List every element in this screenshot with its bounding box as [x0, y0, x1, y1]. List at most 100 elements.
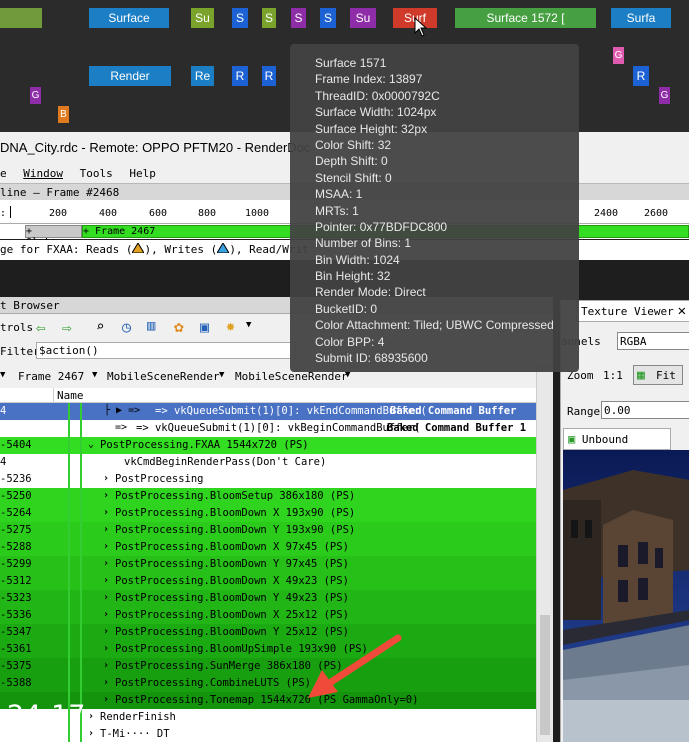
tooltip-line: MRTs: 1 — [315, 203, 359, 218]
chevron-right-icon[interactable]: › — [103, 490, 109, 501]
save-icon[interactable]: ▣ — [200, 318, 209, 336]
timeline-block-render[interactable]: Render — [89, 66, 171, 86]
timeline-block[interactable]: S — [320, 8, 336, 28]
timeline-block[interactable]: G — [613, 47, 624, 64]
event-id: -5336 — [0, 609, 32, 621]
timeline-block[interactable]: Su — [191, 8, 214, 28]
filter-input[interactable] — [36, 342, 296, 359]
write-triangle-icon — [216, 242, 231, 254]
chevron-down-icon[interactable]: ⌄ — [88, 439, 94, 450]
close-icon[interactable]: ✕ — [678, 303, 686, 319]
event-id: -5264 — [0, 507, 32, 519]
chevron-right-icon[interactable]: › — [103, 694, 109, 705]
bookmark-star-icon[interactable]: ✸ — [226, 317, 235, 335]
ruler-tick: 200 — [49, 208, 68, 219]
event-list-scrollbar[interactable] — [536, 365, 553, 742]
menu-item-help[interactable]: Help — [129, 167, 156, 180]
event-id: -5312 — [0, 575, 32, 587]
ruler-tick: 2600 — [644, 208, 669, 219]
ruler-tick: 800 — [198, 208, 217, 219]
ruler-start: : — [0, 208, 7, 219]
breadcrumb-arrow-icon[interactable]: ▼ — [92, 370, 97, 380]
chevron-right-icon[interactable]: › — [88, 711, 94, 722]
settings-flower-icon[interactable]: ✿ — [174, 317, 184, 336]
chevron-right-icon[interactable]: › — [103, 524, 109, 535]
event-name: PostProcessing.BloomDown Y 97x45 (PS) — [115, 558, 349, 570]
menu-item-tools[interactable]: Tools — [80, 167, 113, 180]
timeline-block[interactable] — [0, 8, 42, 28]
fit-button[interactable]: ▦ Fit — [633, 365, 683, 385]
find-icon[interactable]: ⌕ — [96, 319, 104, 335]
chevron-right-icon[interactable]: › — [103, 541, 109, 552]
texture-viewer: Texture Viewer ✕ annels RGBA Zoom 1:1 ▦ … — [560, 300, 689, 742]
timeline-block[interactable]: R — [633, 66, 649, 86]
timeline-block[interactable]: G — [659, 87, 670, 104]
timeline-block[interactable]: Surface 1572 [ — [455, 8, 596, 28]
menu-item-edit[interactable]: e — [0, 167, 7, 180]
event-name: PostProcessing.BloomDown Y 49x23 (PS) — [115, 592, 349, 604]
chevron-right-icon[interactable]: › — [103, 626, 109, 637]
tree-guide-line — [80, 403, 82, 742]
chevron-right-icon[interactable]: › — [103, 592, 109, 603]
event-name: vkCmdBeginRenderPass(Don't Care) — [124, 456, 327, 468]
tooltip-line: Depth Shift: 0 — [315, 154, 388, 169]
texture-viewer-tab[interactable]: Texture Viewer ✕ — [576, 300, 689, 322]
annotation-arrow-icon — [308, 634, 402, 698]
ruler-tick: 400 — [99, 208, 118, 219]
chevron-right-icon[interactable]: › — [103, 660, 109, 671]
timeline-block[interactable]: Re — [191, 66, 214, 86]
range-row: Range 0.00 — [561, 400, 689, 422]
timeline-block[interactable]: Surfa — [611, 8, 671, 28]
unbound-tab[interactable]: ▣ Unbound — [563, 428, 671, 450]
chevron-right-icon[interactable]: › — [103, 558, 109, 569]
event-id: 4 — [0, 405, 7, 417]
range-label: Range — [567, 405, 601, 418]
breadcrumb-item[interactable]: Frame 2467 — [18, 370, 84, 383]
tooltip-line: MSAA: 1 — [315, 187, 363, 202]
ruler-tick: 2400 — [594, 208, 619, 219]
image-icon: ▣ — [568, 432, 576, 446]
flag-icon[interactable]: ├ ▶ => — [104, 405, 140, 416]
range-min-input[interactable]: 0.00 — [601, 401, 689, 419]
tooltip-line: Submit ID: 68935600 — [315, 351, 428, 366]
arrow-marker-icon[interactable]: => — [115, 422, 127, 433]
chevron-right-icon[interactable]: › — [103, 609, 109, 620]
timeline-block[interactable]: B — [58, 106, 69, 123]
timer-icon[interactable]: ◷ — [122, 318, 131, 336]
zoom-value[interactable]: 1:1 — [603, 369, 623, 382]
event-id: -5275 — [0, 524, 32, 536]
timeline-block[interactable]: S — [232, 8, 248, 28]
breadcrumb-arrow-icon[interactable]: ▼ — [219, 370, 224, 380]
texture-preview-image[interactable] — [563, 450, 689, 742]
back-arrow-icon[interactable]: ⇦ — [36, 318, 46, 337]
dropdown-arrow-icon[interactable]: ▼ — [246, 320, 251, 330]
scrollbar-thumb[interactable] — [540, 615, 550, 735]
menu-item-window[interactable]: Window — [23, 167, 63, 180]
timeline-block[interactable]: S — [291, 8, 306, 28]
filter-label: Filter — [0, 345, 40, 358]
timeline-block-surface[interactable]: Surface — [89, 8, 169, 28]
breadcrumb-arrow-icon[interactable]: ▼ — [0, 370, 5, 380]
tooltip-line: Render Mode: Direct — [315, 285, 426, 300]
timeline-block[interactable]: R — [232, 66, 248, 86]
breadcrumb-item[interactable]: MobileSceneRender — [107, 370, 220, 383]
chevron-right-icon[interactable]: › — [103, 575, 109, 586]
slate-block[interactable]: + Slate··· — [25, 225, 82, 248]
channels-select[interactable]: RGBA — [617, 332, 689, 350]
timeline-block[interactable]: Su — [350, 8, 376, 28]
chevron-right-icon[interactable]: › — [103, 677, 109, 688]
tooltip-line: Stencil Shift: 0 — [315, 170, 392, 185]
timeline-block[interactable]: S — [262, 8, 276, 28]
timeline-block[interactable]: R — [262, 66, 276, 86]
forward-arrow-icon[interactable]: ⇨ — [62, 318, 72, 337]
event-name: PostProcessing.BloomDown X 25x12 (PS) — [115, 609, 349, 621]
timestamp-overlay: 24-17 — [7, 700, 86, 731]
stats-icon[interactable]: ▥ — [147, 318, 155, 334]
chevron-right-icon[interactable]: › — [103, 643, 109, 654]
chevron-right-icon[interactable]: › — [103, 473, 109, 484]
chevron-right-icon[interactable]: › — [88, 728, 94, 739]
chevron-right-icon[interactable]: › — [103, 507, 109, 518]
column-name-header[interactable]: Name — [57, 389, 84, 402]
timeline-block[interactable]: G — [30, 87, 41, 104]
tooltip-line: Frame Index: 13897 — [315, 72, 423, 87]
